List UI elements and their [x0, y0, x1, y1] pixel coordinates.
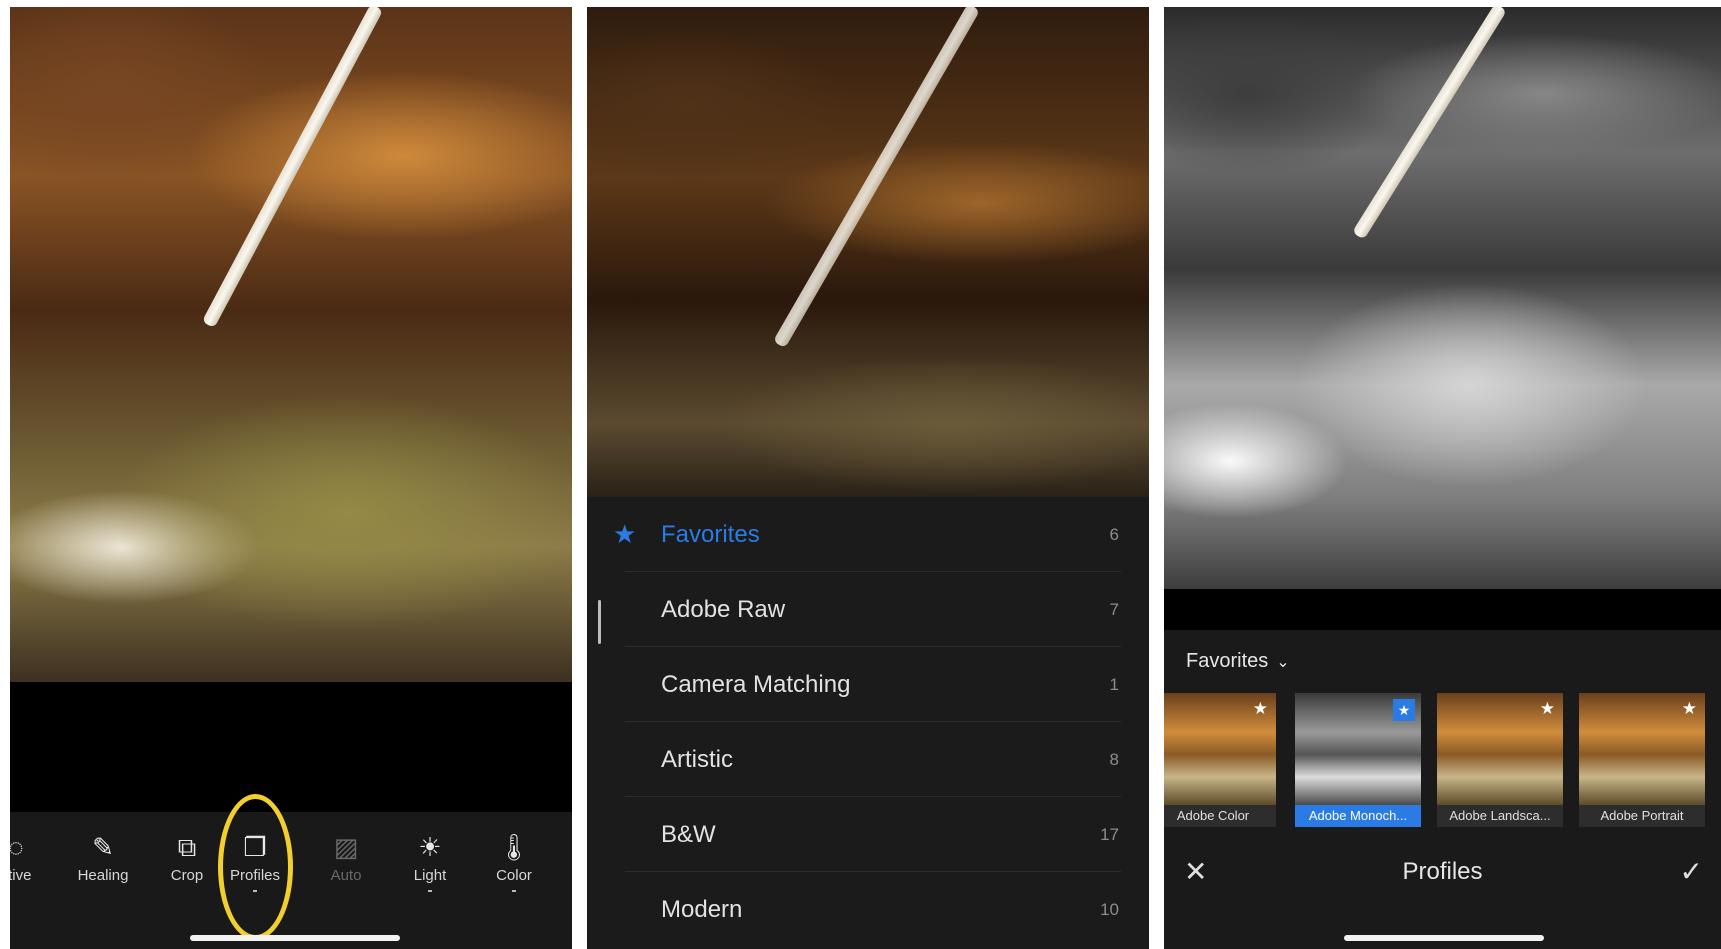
star-icon[interactable]: ★: [1682, 699, 1697, 719]
auto-icon: ▨: [333, 832, 359, 862]
selective-icon: ◌: [10, 832, 24, 862]
log: [1351, 7, 1507, 240]
tool-selective[interactable]: ◌ ctive: [10, 827, 58, 884]
star-icon[interactable]: ★: [1253, 699, 1268, 719]
home-indicator: [1344, 935, 1544, 941]
category-modern[interactable]: Modern 10: [587, 872, 1149, 947]
profile-thumb-adobe-portrait[interactable]: ★ Adobe Portrait: [1579, 693, 1705, 827]
profiles-highlight-ring: [218, 794, 293, 940]
list-scrollbar[interactable]: [598, 600, 601, 644]
log: [772, 7, 981, 349]
bandage-icon: ✎: [92, 832, 114, 862]
profile-thumb-adobe-color[interactable]: ★ Adobe Color: [1164, 693, 1276, 827]
photo-canyon-color: [10, 7, 572, 682]
sun-icon: ☀: [418, 832, 442, 862]
profile-categories-panel: ★ Favorites 6 Adobe Raw 7 Camera Matchin…: [587, 7, 1149, 949]
category-dropdown[interactable]: Favorites ⌄: [1186, 650, 1290, 673]
checkmark-icon[interactable]: ✓: [1680, 842, 1703, 902]
submenu-indicator: [512, 890, 516, 892]
profile-category-list: ★ Favorites 6 Adobe Raw 7 Camera Matchin…: [587, 497, 1149, 947]
star-icon: ★: [613, 519, 637, 549]
photo-canyon-monochrome: [1164, 7, 1721, 589]
category-camera-matching[interactable]: Camera Matching 1: [587, 647, 1149, 722]
category-bw[interactable]: B&W 17: [587, 797, 1149, 872]
profile-thumb-adobe-monochrome[interactable]: ★ Adobe Monoch...: [1295, 693, 1421, 827]
profiles-bottom-bar: ✕ Profiles ✓: [1164, 842, 1721, 902]
profiles-browser-panel: Favorites ⌄ ★ Adobe Color ★ Adobe Monoch.…: [1164, 7, 1721, 949]
photo-canyon-dim: [587, 7, 1149, 497]
tool-light[interactable]: ☀ Light: [388, 827, 472, 892]
chevron-down-icon: ⌄: [1276, 654, 1290, 671]
tool-auto[interactable]: ▨ Auto: [304, 827, 388, 884]
tool-color[interactable]: 🌡 Color: [472, 827, 556, 892]
category-favorites[interactable]: ★ Favorites 6: [587, 497, 1149, 572]
submenu-indicator: [428, 890, 432, 892]
tool-healing[interactable]: ✎ Healing: [61, 827, 145, 884]
star-icon[interactable]: ★: [1393, 699, 1415, 721]
category-artistic[interactable]: Artistic 8: [587, 722, 1149, 797]
profile-thumb-adobe-landscape[interactable]: ★ Adobe Landsca...: [1437, 693, 1563, 827]
thermometer-icon: 🌡: [497, 832, 531, 862]
home-indicator: [190, 935, 400, 941]
editor-panel-tools: ◌ ctive ✎ Healing ⧉ Crop ❐ Profiles ▨ Au…: [10, 7, 572, 949]
category-adobe-raw[interactable]: Adobe Raw 7: [587, 572, 1149, 647]
star-icon[interactable]: ★: [1540, 699, 1555, 719]
log: [201, 7, 384, 329]
